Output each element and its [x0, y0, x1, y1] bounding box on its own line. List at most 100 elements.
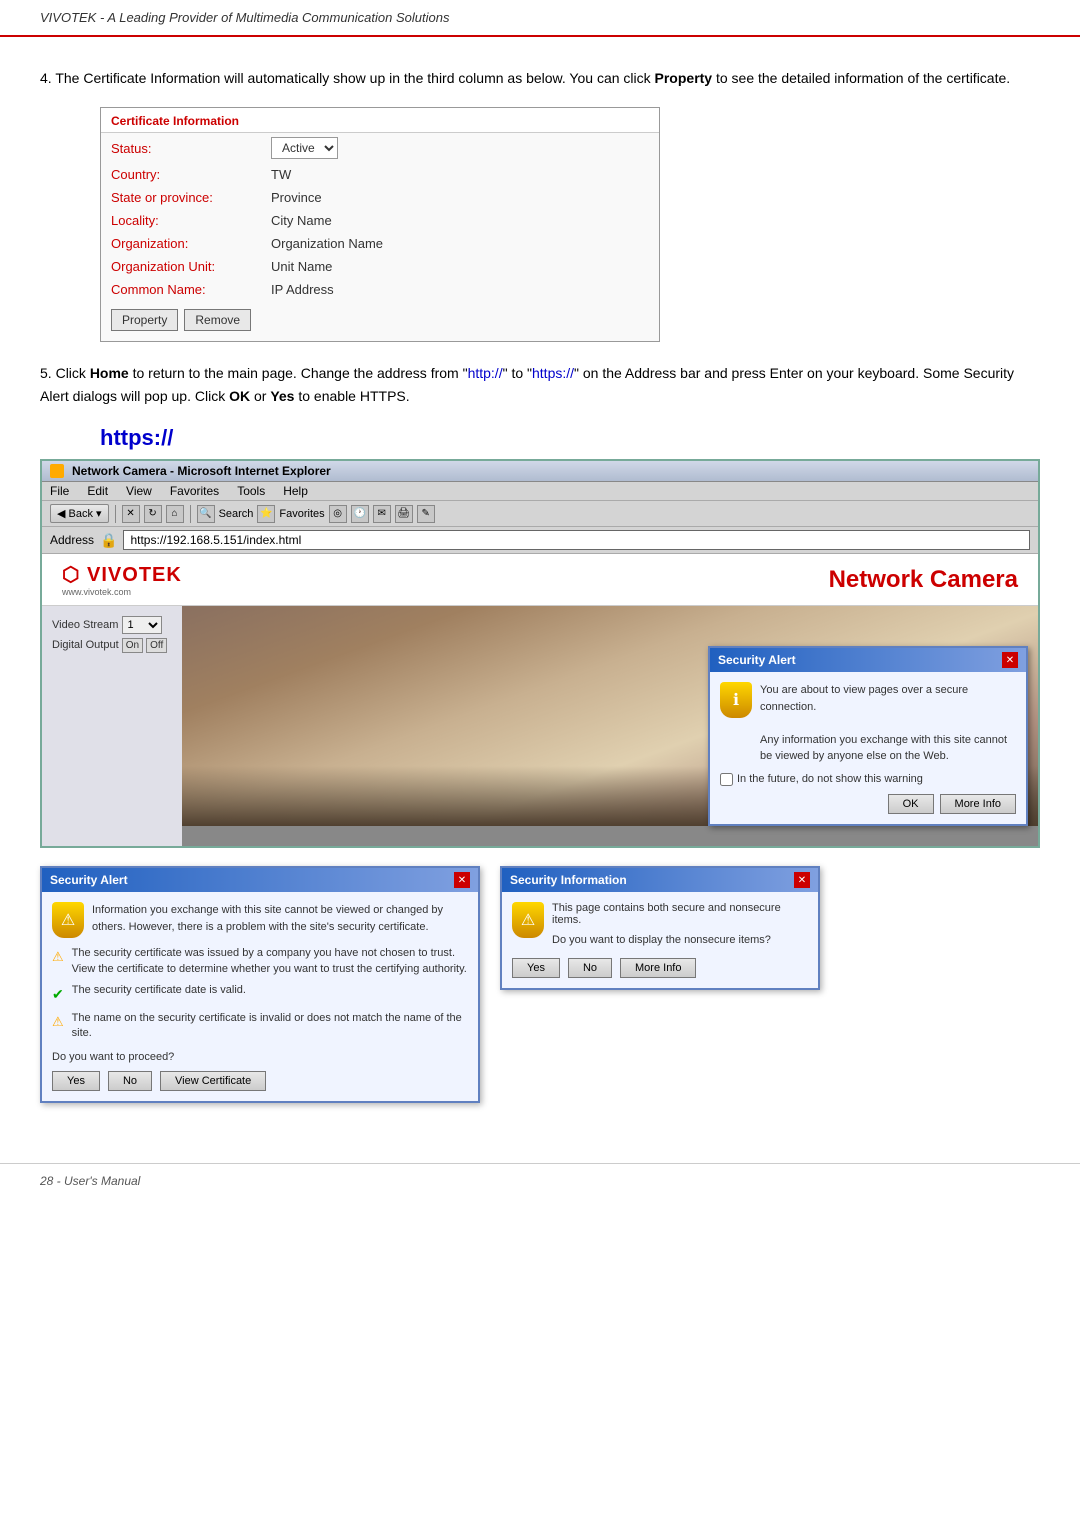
cert-label-country: Country: [101, 163, 261, 186]
certificate-information-box: Certificate Information Status: Active C… [100, 107, 660, 342]
page-header: VIVOTEK - A Leading Provider of Multimed… [0, 0, 1080, 37]
print-icon[interactable]: 🖨 [395, 505, 413, 523]
alert-warn-icon-2: ⚠ [52, 1013, 64, 1031]
digital-output-label: Digital Output On Off [52, 638, 172, 653]
alert-item-0: ⚠ The security certificate was issued by… [52, 946, 468, 977]
inner-dialog-text2: Any information you exchange with this s… [760, 732, 1016, 765]
security-info-text2: Do you want to display the nonsecure ite… [552, 934, 808, 946]
cert-row-status: Status: Active [101, 133, 659, 163]
cert-label-status: Status: [101, 133, 261, 163]
inner-dialog-shield-icon: ℹ [720, 682, 752, 718]
inner-dialog-text1: You are about to view pages over a secur… [760, 682, 1016, 715]
browser-title: Network Camera - Microsoft Internet Expl… [72, 464, 331, 478]
step5-ok-bold: OK [229, 388, 250, 404]
security-info-titlebar: Security Information ✕ [502, 868, 818, 892]
cert-value-org: Organization Name [261, 232, 659, 255]
browser-titlebar: Network Camera - Microsoft Internet Expl… [42, 461, 1038, 482]
cert-label-common: Common Name: [101, 278, 261, 301]
favorites-icon[interactable]: ⭐ [257, 505, 275, 523]
search-icon[interactable]: 🔍 [197, 505, 215, 523]
cert-row-common: Common Name: IP Address [101, 278, 659, 301]
big-alert-close-button[interactable]: ✕ [454, 872, 470, 888]
security-info-icon-row: ⚠ This page contains both secure and non… [512, 902, 808, 946]
step5-home-bold: Home [90, 365, 129, 381]
proceed-question: Do you want to proceed? [52, 1051, 468, 1063]
browser-window: Network Camera - Microsoft Internet Expl… [40, 459, 1040, 848]
browser-toolbar: ◀ Back ▾ ✕ ↻ ⌂ 🔍 Search ⭐ Favorites ◎ 🕐 … [42, 501, 1038, 527]
big-alert-view-cert-button[interactable]: View Certificate [160, 1071, 266, 1091]
header-title: VIVOTEK - A Leading Provider of Multimed… [40, 10, 449, 25]
inner-dialog-checkbox[interactable] [720, 773, 733, 786]
main-content: 4. The Certificate Information will auto… [0, 37, 1080, 1133]
alert-item-text-1: The security certificate date is valid. [72, 983, 246, 998]
security-alert-dialog-inner: Security Alert ✕ ℹ You are about to view… [708, 646, 1028, 826]
cert-label-orgunit: Organization Unit: [101, 255, 261, 278]
inner-dialog-ok-button[interactable]: OK [888, 794, 934, 814]
security-info-close-button[interactable]: ✕ [794, 872, 810, 888]
browser-menubar: File Edit View Favorites Tools Help [42, 482, 1038, 501]
cert-value-country: TW [261, 163, 659, 186]
security-info-texts: This page contains both secure and nonse… [552, 902, 808, 946]
step4-paragraph: 4. The Certificate Information will auto… [40, 67, 1040, 89]
step5-yes-bold: Yes [270, 388, 294, 404]
inner-dialog-body: ℹ You are about to view pages over a sec… [710, 672, 1026, 824]
menu-edit[interactable]: Edit [87, 484, 108, 498]
security-info-yes-button[interactable]: Yes [512, 958, 560, 978]
big-alert-main-text: Information you exchange with this site … [92, 902, 468, 935]
video-stream-select[interactable]: 1 [122, 616, 162, 634]
menu-favorites[interactable]: Favorites [170, 484, 219, 498]
toolbar-divider2 [190, 505, 191, 523]
remove-button[interactable]: Remove [184, 309, 251, 331]
cert-value-locality: City Name [261, 209, 659, 232]
off-button[interactable]: Off [146, 638, 167, 653]
big-alert-titlebar: Security Alert ✕ [42, 868, 478, 892]
cert-box-title: Certificate Information [101, 108, 659, 133]
home-icon[interactable]: ⌂ [166, 505, 184, 523]
security-info-text1: This page contains both secure and nonse… [552, 902, 808, 926]
mail-icon[interactable]: ✉ [373, 505, 391, 523]
menu-file[interactable]: File [50, 484, 69, 498]
inner-dialog-buttons: OK More Info [720, 794, 1016, 814]
page-footer: 28 - User's Manual [0, 1163, 1080, 1198]
edit-icon[interactable]: ✎ [417, 505, 435, 523]
camera-video-area: Video(TCP-AV) 2008/06/30 14:17:16 Securi… [182, 606, 1038, 846]
media-icon[interactable]: ◎ [329, 505, 347, 523]
camera-body: Video Stream 1 Digital Output On Off Vid… [42, 606, 1038, 846]
video-stream-label: Video Stream 1 [52, 616, 172, 634]
alert-item-text-2: The name on the security certificate is … [72, 1011, 468, 1042]
security-alert-big-dialog: Security Alert ✕ ⚠ Information you excha… [40, 866, 480, 1103]
inner-dialog-checkbox-row[interactable]: In the future, do not show this warning [720, 773, 1016, 786]
alert-item-2: ⚠ The name on the security certificate i… [52, 1011, 468, 1042]
https-link[interactable]: https:// [532, 365, 574, 381]
property-button[interactable]: Property [111, 309, 178, 331]
big-alert-yes-button[interactable]: Yes [52, 1071, 100, 1091]
on-button[interactable]: On [122, 638, 143, 653]
security-info-more-info-button[interactable]: More Info [620, 958, 696, 978]
cert-row-org: Organization: Organization Name [101, 232, 659, 255]
address-input[interactable] [123, 530, 1030, 550]
security-info-title: Security Information [510, 873, 627, 887]
back-button[interactable]: ◀ Back ▾ [50, 504, 109, 523]
history-icon[interactable]: 🕐 [351, 505, 369, 523]
http-link[interactable]: http:// [468, 365, 503, 381]
big-alert-no-button[interactable]: No [108, 1071, 152, 1091]
bottom-dialogs: Security Alert ✕ ⚠ Information you excha… [40, 866, 1040, 1103]
step5-text: Click Home to return to the main page. C… [40, 365, 1014, 403]
alert-warn-icon-0: ⚠ [52, 948, 64, 966]
inner-dialog-close[interactable]: ✕ [1002, 652, 1018, 668]
cert-label-locality: Locality: [101, 209, 261, 232]
cert-status-select[interactable]: Active [271, 137, 338, 159]
cert-value-status[interactable]: Active [261, 133, 659, 163]
security-info-body: ⚠ This page contains both secure and non… [502, 892, 818, 988]
menu-tools[interactable]: Tools [237, 484, 265, 498]
browser-content: ⬡ VIVOTEK www.vivotek.com Network Camera… [42, 554, 1038, 846]
big-alert-icon-row: ⚠ Information you exchange with this sit… [52, 902, 468, 938]
menu-help[interactable]: Help [283, 484, 308, 498]
camera-sidebar: Video Stream 1 Digital Output On Off [42, 606, 182, 846]
security-info-no-button[interactable]: No [568, 958, 612, 978]
menu-view[interactable]: View [126, 484, 152, 498]
inner-dialog-more-info-button[interactable]: More Info [940, 794, 1016, 814]
refresh-icon[interactable]: ↻ [144, 505, 162, 523]
cert-row-orgunit: Organization Unit: Unit Name [101, 255, 659, 278]
stop-icon[interactable]: ✕ [122, 505, 140, 523]
